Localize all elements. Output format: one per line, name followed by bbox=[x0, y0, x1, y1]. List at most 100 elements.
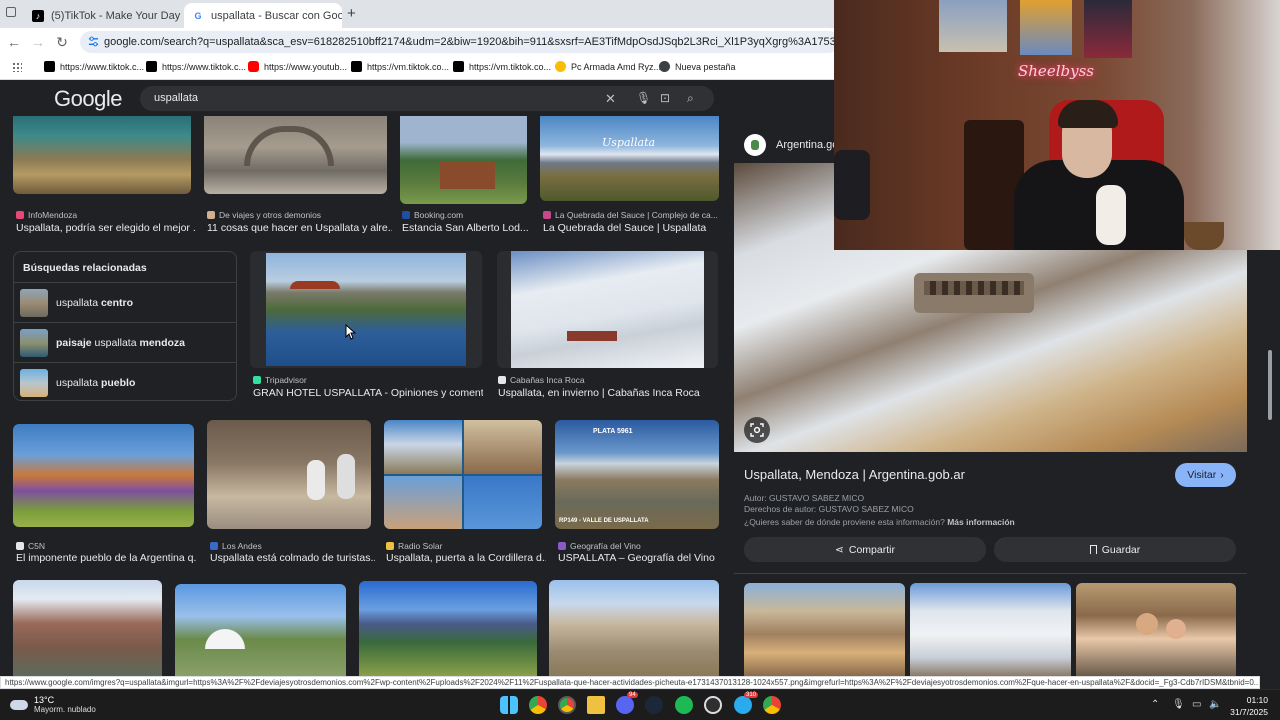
panel-title[interactable]: Uspallata, Mendoza | Argentina.gob.ar bbox=[744, 467, 965, 482]
result-title[interactable]: Uspallata, puerta a la Cordillera d... bbox=[386, 552, 546, 564]
bookmark-new-tab[interactable]: Nueva pestaña bbox=[659, 61, 736, 72]
obs-icon[interactable] bbox=[704, 696, 722, 714]
file-explorer-icon[interactable] bbox=[587, 696, 605, 714]
result-title[interactable]: El imponente pueblo de la Argentina q... bbox=[16, 552, 196, 564]
url-text: google.com/search?q=uspallata&sca_esv=61… bbox=[104, 36, 840, 48]
spotify-icon[interactable] bbox=[675, 696, 693, 714]
scrollbar-thumb[interactable] bbox=[1268, 350, 1272, 420]
result-image[interactable] bbox=[204, 116, 387, 194]
microphone-icon[interactable]: 🎙 bbox=[1172, 699, 1185, 710]
result-image[interactable] bbox=[175, 584, 346, 676]
related-image[interactable] bbox=[744, 583, 905, 676]
bookmark-youtube[interactable]: https://www.youtub... bbox=[248, 61, 347, 72]
booking-icon bbox=[402, 211, 410, 219]
image-overlay-text: RP149 - VALLE DE USPALLATA bbox=[559, 518, 649, 524]
bookmark-label: https://vm.tiktok.co... bbox=[469, 61, 552, 72]
forward-icon[interactable]: → bbox=[30, 34, 46, 50]
tab-strip: ♪ (5)TikTok - Make Your Day ✕ G uspallat… bbox=[0, 0, 834, 28]
bookmark-label: https://www.youtub... bbox=[264, 61, 348, 72]
save-button[interactable]: Guardar bbox=[994, 537, 1236, 562]
argentina-gob-icon bbox=[744, 134, 766, 156]
result-title[interactable]: Estancia San Alberto Lod... bbox=[402, 222, 532, 234]
discord-icon[interactable] bbox=[616, 696, 634, 714]
result-image[interactable]: PLATA 5961 RP149 - VALLE DE USPALLATA bbox=[555, 420, 719, 529]
bookmark-vm-tiktok-1[interactable]: https://vm.tiktok.co... bbox=[351, 61, 449, 72]
result-image[interactable] bbox=[400, 116, 527, 204]
infomendoza-icon bbox=[16, 211, 24, 219]
related-item-mendoza[interactable]: paisaje uspallata mendoza bbox=[14, 322, 236, 362]
result-image[interactable] bbox=[497, 251, 718, 368]
chrome-icon[interactable] bbox=[763, 696, 781, 714]
result-title[interactable]: 11 cosas que hacer en Uspallata y alre..… bbox=[207, 222, 392, 234]
result-title[interactable]: Uspallata, en invierno | Cabañas Inca Ro… bbox=[498, 387, 718, 399]
result-image[interactable]: Uspallata bbox=[540, 116, 719, 201]
share-button[interactable]: ⋖ Compartir bbox=[744, 537, 986, 562]
youtube-icon bbox=[248, 61, 259, 72]
search-box[interactable]: uspallata ✕ 🎙 ⊡ ⌕ bbox=[140, 86, 714, 111]
bookmark-tiktok-2[interactable]: https://www.tiktok.c... bbox=[146, 61, 246, 72]
link-icon bbox=[555, 61, 566, 72]
search-input[interactable]: uspallata bbox=[154, 92, 198, 104]
weather-widget[interactable]: 13°C Mayorm. nublado bbox=[10, 695, 96, 714]
chrome-icon[interactable] bbox=[529, 696, 547, 714]
bookmark-vm-tiktok-2[interactable]: https://vm.tiktok.co... bbox=[453, 61, 551, 72]
bookmark-label: Nueva pestaña bbox=[675, 61, 736, 72]
result-source: De viajes y otros demonios bbox=[207, 210, 321, 220]
search-icon[interactable]: ⌕ bbox=[687, 91, 694, 106]
chrome-icon[interactable] bbox=[558, 696, 576, 714]
result-title[interactable]: Uspallata, podría ser elegido el mejor .… bbox=[16, 222, 196, 234]
clock[interactable]: 01:10 31/7/2025 bbox=[1230, 694, 1268, 718]
visit-button[interactable]: Visitar › bbox=[1175, 463, 1236, 487]
new-tab-icon[interactable]: + bbox=[347, 5, 356, 22]
windows-start-icon[interactable] bbox=[500, 696, 518, 714]
result-title[interactable]: Uspallata está colmado de turistas... bbox=[210, 552, 375, 564]
result-image[interactable] bbox=[207, 420, 371, 529]
tab-title: uspallata - Buscar con Google bbox=[211, 9, 342, 22]
site-icon bbox=[498, 376, 506, 384]
panel-source[interactable]: Argentina.gob bbox=[744, 134, 845, 156]
telegram-icon[interactable] bbox=[734, 696, 752, 714]
reload-icon[interactable]: ↻ bbox=[54, 34, 70, 51]
visit-label: Visitar bbox=[1187, 469, 1217, 481]
lens-icon[interactable]: ⊡ bbox=[660, 91, 670, 105]
related-image[interactable] bbox=[910, 583, 1071, 676]
result-image[interactable] bbox=[384, 420, 542, 529]
result-title[interactable]: La Quebrada del Sauce | Uspallata bbox=[543, 222, 723, 234]
site-info-icon[interactable] bbox=[88, 36, 99, 47]
google-logo[interactable]: Google bbox=[54, 86, 122, 112]
bookmark-pc-armada[interactable]: Pc Armada Amd Ryz... bbox=[555, 61, 661, 72]
status-url: https://www.google.com/imgres?q=uspallat… bbox=[0, 676, 1260, 689]
tab-google-search[interactable]: G uspallata - Buscar con Google ✕ bbox=[184, 3, 342, 28]
related-image[interactable] bbox=[1076, 583, 1236, 676]
bookmark-label: https://vm.tiktok.co... bbox=[367, 61, 450, 72]
panel-origin: ¿Quieres saber de dónde proviene esta in… bbox=[744, 517, 1015, 527]
microphone-icon[interactable]: 🎙 bbox=[636, 91, 651, 105]
more-info-link[interactable]: Más información bbox=[947, 517, 1015, 527]
bookmark-label: https://www.tiktok.c... bbox=[60, 61, 145, 72]
back-icon[interactable]: ← bbox=[6, 34, 22, 50]
result-image[interactable] bbox=[13, 116, 191, 194]
related-item-centro[interactable]: uspallata centro bbox=[14, 282, 236, 322]
bookmark-tiktok-1[interactable]: https://www.tiktok.c... bbox=[44, 61, 144, 72]
result-image[interactable] bbox=[549, 580, 719, 676]
related-item-pueblo[interactable]: uspallata pueblo bbox=[14, 362, 236, 402]
result-image[interactable] bbox=[13, 580, 162, 676]
apps-icon[interactable] bbox=[12, 62, 22, 72]
chevron-up-icon[interactable]: ⌃ bbox=[1151, 699, 1159, 710]
tab-tiktok[interactable]: ♪ (5)TikTok - Make Your Day ✕ bbox=[24, 3, 182, 28]
result-title[interactable]: USPALLATA – Geografía del Vino bbox=[558, 552, 723, 564]
tab-search-icon[interactable] bbox=[6, 7, 16, 17]
result-source: C5N bbox=[16, 541, 45, 551]
result-image[interactable] bbox=[359, 581, 537, 676]
result-image[interactable] bbox=[250, 251, 482, 368]
result-title[interactable]: GRAN HOTEL USPALLATA - Opiniones y comen… bbox=[253, 387, 483, 399]
google-icon: G bbox=[192, 9, 204, 22]
clear-icon[interactable]: ✕ bbox=[605, 91, 616, 107]
network-icon[interactable]: ▭ bbox=[1192, 699, 1201, 710]
steam-icon[interactable] bbox=[645, 696, 663, 714]
result-image[interactable] bbox=[13, 424, 194, 527]
volume-icon[interactable]: 🔈 bbox=[1209, 699, 1221, 710]
lens-search-icon[interactable] bbox=[744, 417, 770, 443]
panel-scrollbar[interactable] bbox=[1266, 250, 1274, 676]
address-bar[interactable]: google.com/search?q=uspallata&sca_esv=61… bbox=[80, 31, 840, 53]
